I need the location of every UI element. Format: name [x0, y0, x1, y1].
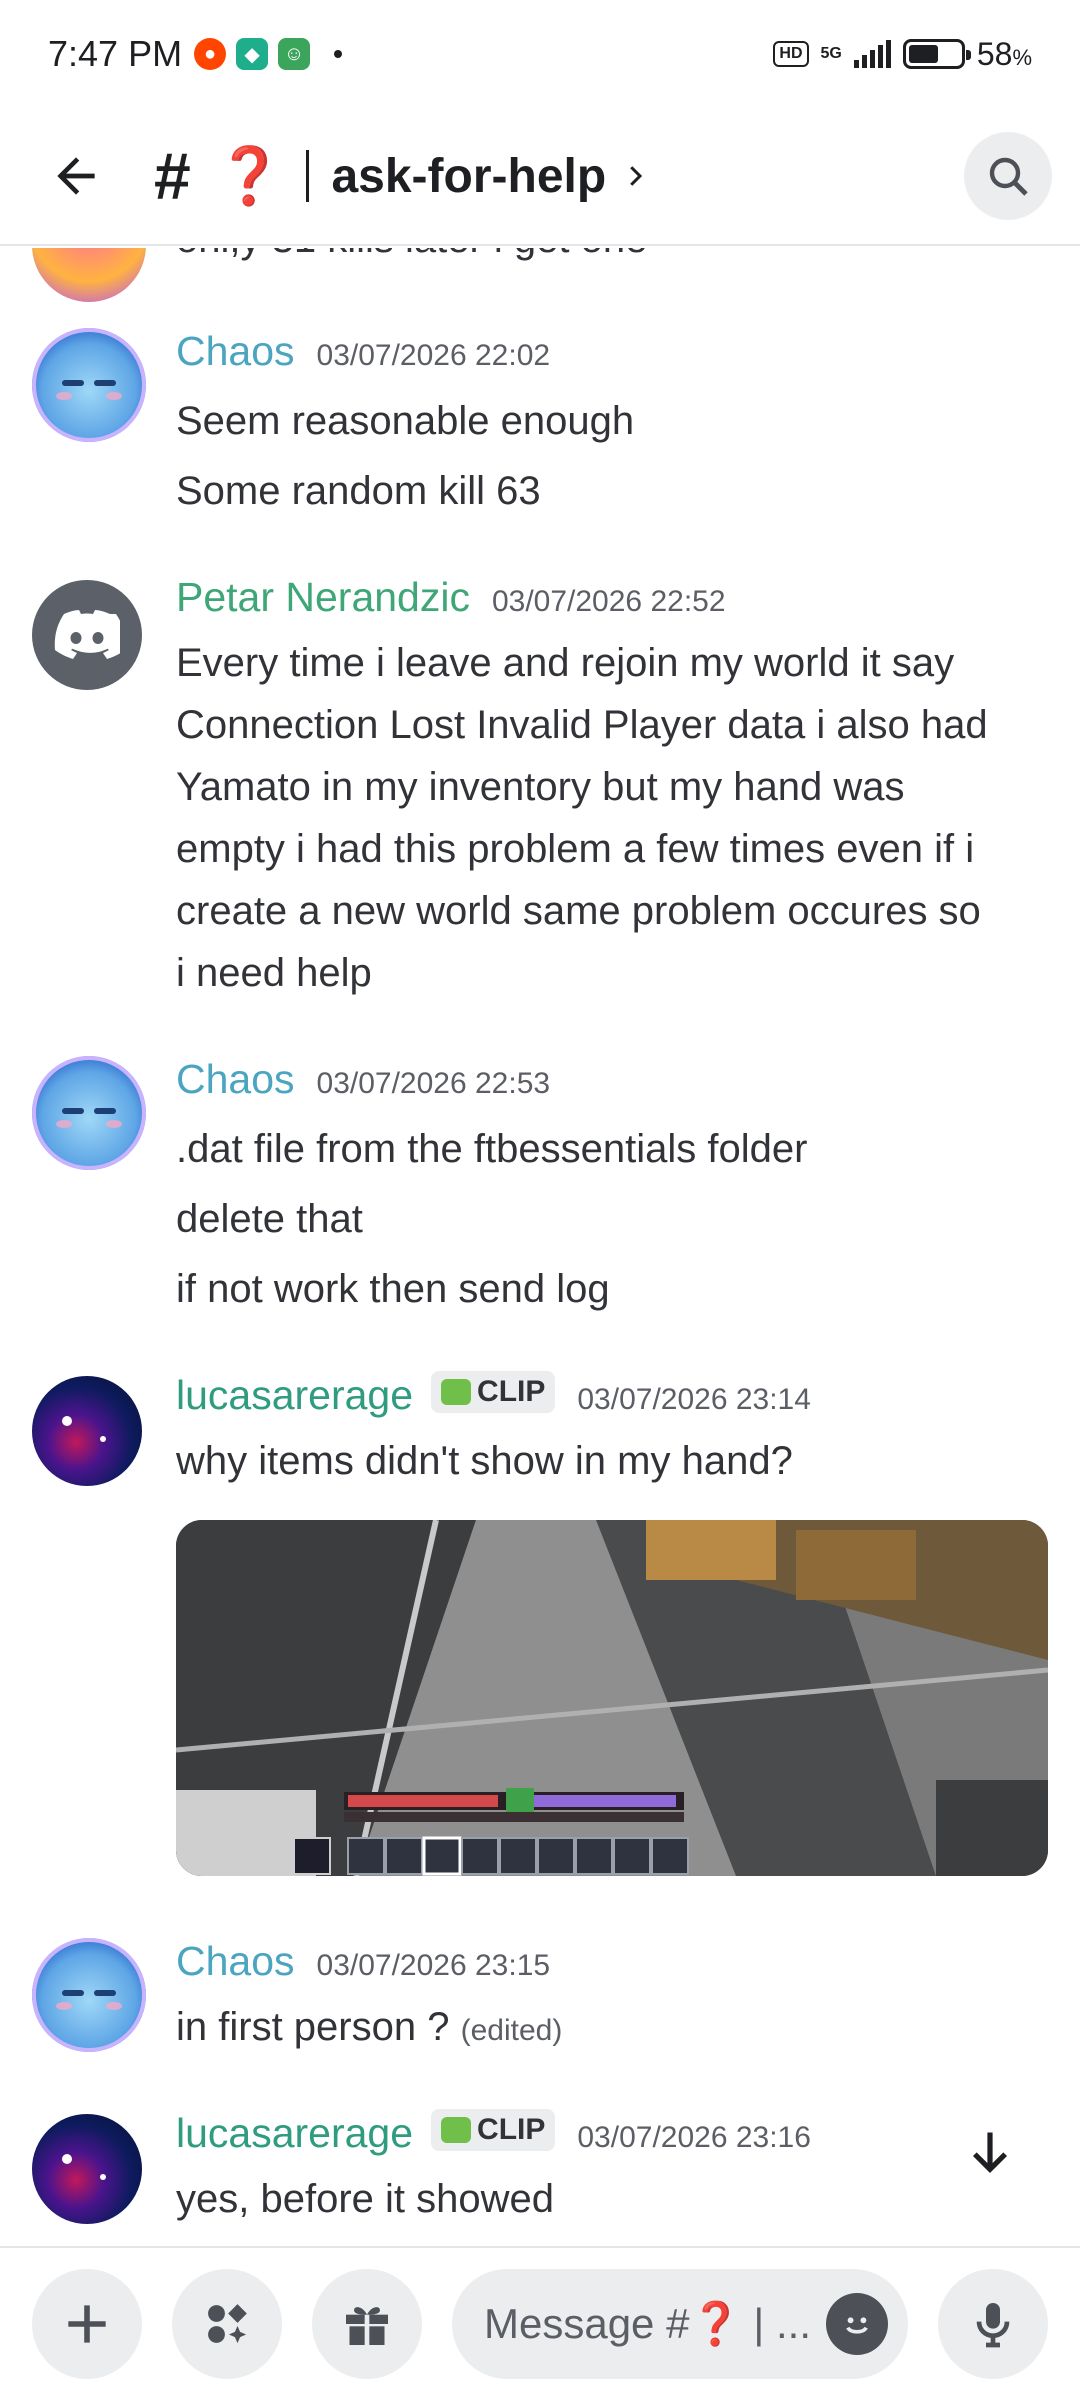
message-composer: Message #❓ | ...: [0, 2246, 1080, 2400]
author-name[interactable]: Chaos: [176, 1056, 295, 1103]
timestamp: 03/07/2026 22:52: [491, 585, 726, 618]
minecraft-screenshot: [176, 1520, 1048, 1876]
channel-name[interactable]: ask-for-help: [331, 149, 606, 204]
jump-to-present-button[interactable]: [950, 2112, 1030, 2192]
avatar-cheek: [56, 392, 72, 400]
guild-tag[interactable]: CLIP: [431, 2109, 556, 2151]
cat-icon: [441, 1379, 472, 1405]
message-text: Connection Lost Invalid Player data i al…: [176, 703, 988, 747]
apps-button[interactable]: [172, 2269, 282, 2379]
message-text: in first person ? (edited): [176, 1996, 1056, 2062]
avatar[interactable]: [32, 1376, 142, 1486]
avatar[interactable]: [32, 1056, 146, 1170]
add-attachment-button[interactable]: [32, 2269, 142, 2379]
channel-header: # ❓ ask-for-help: [0, 108, 1080, 246]
avatar-cheek: [106, 392, 122, 400]
status-time: 7:47 PM: [48, 33, 183, 74]
message-text: .dat file from the ftbessentials folder: [176, 1127, 808, 1171]
cat-icon: [441, 2117, 472, 2143]
avatar-cheek: [106, 1120, 122, 1128]
message-text: i need help: [176, 951, 372, 995]
search-icon: [989, 157, 1028, 196]
more-notifications-dot: [334, 50, 343, 58]
avatar[interactable]: [32, 248, 146, 302]
image-attachment[interactable]: [176, 1520, 1048, 1876]
message-input-placeholder: Message #❓ | ...: [484, 2299, 811, 2347]
shield-app-icon: ◆: [236, 38, 269, 70]
guild-tag[interactable]: CLIP: [431, 1371, 556, 1413]
author-name[interactable]: Petar Nerandzic: [176, 574, 470, 621]
hash-icon: #: [154, 139, 191, 213]
avatar-cheek: [56, 2002, 72, 2010]
avatar-eye: [94, 1990, 116, 1996]
message-text: if not work then send log: [176, 1267, 610, 1311]
message-text: onl;y 31 kills later i get one: [176, 248, 1056, 270]
message-text: Seem reasonable enough: [176, 399, 635, 443]
edited-label: (edited): [460, 2014, 563, 2047]
avatar-sparkle: [62, 1416, 72, 1426]
message-list[interactable]: onl;y 31 kills later i get one Chaos 03/…: [0, 248, 1080, 2244]
author-name[interactable]: Chaos: [176, 328, 295, 375]
battery-percent: 58%: [976, 35, 1032, 72]
avatar-eye: [94, 1108, 116, 1114]
header-divider: [306, 150, 310, 202]
arrow-left-icon: [57, 157, 95, 195]
arrow-down-icon: [972, 2132, 1008, 2174]
timestamp: 03/07/2026 23:15: [316, 1949, 551, 1982]
timestamp: 03/07/2026 22:02: [316, 339, 551, 372]
discord-icon: [54, 610, 120, 659]
notification-icons: ● ◆ ☺: [194, 38, 311, 70]
plus-icon: [68, 2305, 106, 2343]
timestamp: 03/07/2026 22:53: [316, 1067, 551, 1100]
back-button[interactable]: [28, 128, 124, 224]
timestamp: 03/07/2026 23:14: [577, 1383, 811, 1416]
channel-emoji: ❓: [214, 144, 285, 207]
message-text: delete that: [176, 1197, 363, 1241]
message-text: Every time i leave and rejoin my world i…: [176, 641, 955, 685]
guild-tag-label: CLIP: [477, 2113, 546, 2146]
voice-message-button[interactable]: [938, 2269, 1048, 2379]
author-name[interactable]: lucasarerage: [176, 1372, 413, 1419]
status-bar: 7:47 PM ● ◆ ☺ HD 5G 58%: [0, 0, 1080, 108]
message-text: why items didn't show in my hand?: [176, 1439, 793, 1483]
avatar-sparkle: [100, 2174, 106, 2180]
signal-icon: [853, 40, 891, 68]
chevron-right-icon[interactable]: [620, 161, 650, 191]
battery-icon: [902, 39, 971, 69]
smile-icon: [846, 2317, 868, 2334]
gift-button[interactable]: [312, 2269, 422, 2379]
message-text: create a new world same problem occures …: [176, 889, 981, 933]
network-type: 5G: [820, 45, 842, 62]
author-name[interactable]: Chaos: [176, 1938, 295, 1985]
gift-icon: [346, 2307, 388, 2345]
message-text-content: in first person ?: [176, 2005, 450, 2049]
search-button[interactable]: [964, 132, 1052, 220]
apps-icon: [208, 2304, 247, 2344]
avatar-eye: [62, 1990, 84, 1996]
message-text: Yamato in my inventory but my hand was: [176, 765, 905, 809]
message-text: yes, before it showed: [176, 2177, 554, 2221]
avatar-eye: [62, 1108, 84, 1114]
message-text: empty i had this problem a few times eve…: [176, 827, 975, 871]
avatar-cheek: [56, 1120, 72, 1128]
microphone-icon: [976, 2303, 1010, 2348]
avatar-eye: [94, 380, 116, 386]
avatar[interactable]: [32, 1938, 146, 2052]
avatar[interactable]: [32, 2114, 142, 2224]
avatar-sparkle: [62, 2154, 72, 2164]
avatar[interactable]: [32, 580, 142, 690]
message-text: Some random kill 63: [176, 469, 541, 513]
avatar-eye: [62, 380, 84, 386]
emoji-button[interactable]: [826, 2293, 888, 2355]
avatar-cheek: [106, 2002, 122, 2010]
hd-icon: HD: [773, 41, 809, 67]
avatar[interactable]: [32, 328, 146, 442]
guild-tag-label: CLIP: [477, 1375, 546, 1408]
android-app-icon: ☺: [278, 38, 311, 70]
reddit-icon: ●: [194, 38, 227, 70]
message-input[interactable]: Message #❓ | ...: [452, 2269, 908, 2379]
author-name[interactable]: lucasarerage: [176, 2110, 413, 2157]
avatar-sparkle: [100, 1436, 106, 1442]
timestamp: 03/07/2026 23:16: [577, 2121, 811, 2154]
